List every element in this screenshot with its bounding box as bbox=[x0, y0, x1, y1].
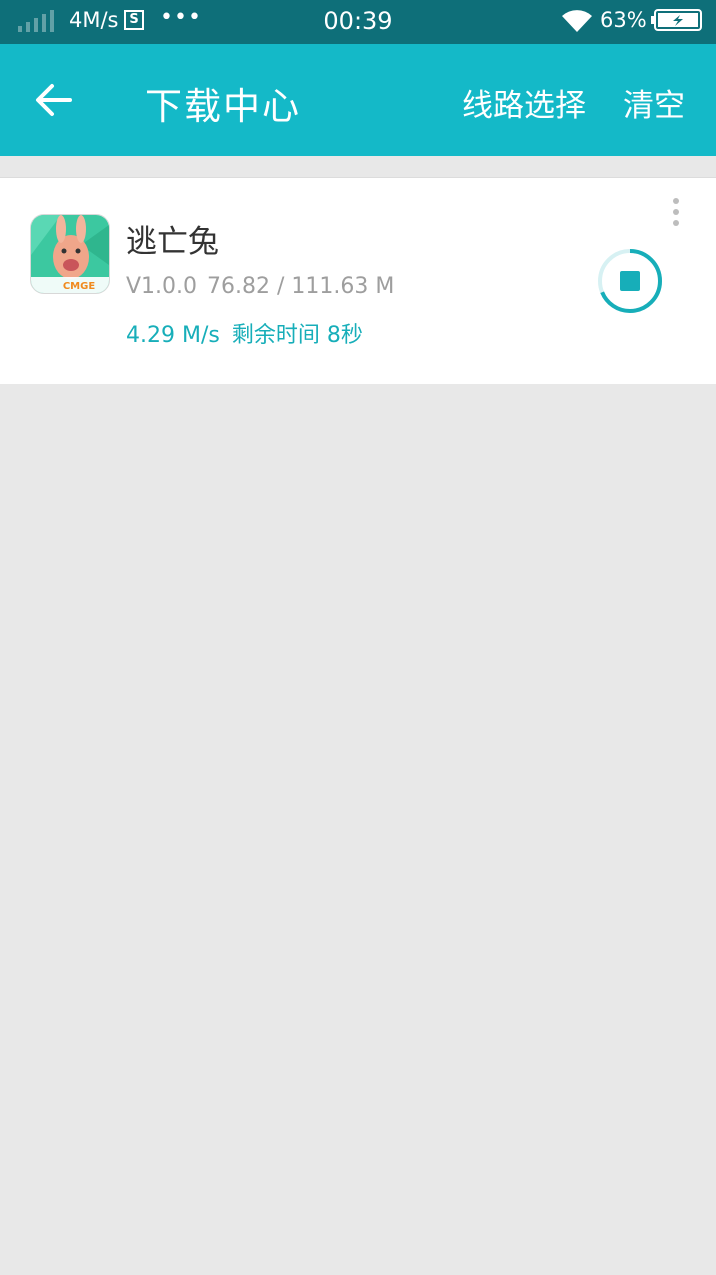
arrow-left-icon[interactable] bbox=[30, 80, 76, 120]
route-select-button[interactable]: 线路选择 bbox=[462, 80, 586, 125]
download-size: 76.82 / 111.63 M bbox=[207, 274, 395, 299]
page-title: 下载中心 bbox=[145, 85, 301, 128]
title-bar: 下载中心 线路选择 清空 bbox=[0, 44, 716, 156]
download-item[interactable]: CMGE 逃亡兔 V1.0.0 76.82 / 111.63 M 4.29 M/s… bbox=[0, 177, 716, 384]
app-icon: CMGE bbox=[30, 214, 110, 294]
app-icon-brand: CMGE bbox=[63, 281, 95, 292]
download-status: 4.29 M/s 剩余时间 8秒 bbox=[126, 317, 363, 349]
app-name: 逃亡兔 bbox=[126, 224, 219, 260]
more-vertical-icon[interactable] bbox=[664, 196, 688, 228]
wifi-icon bbox=[562, 10, 592, 32]
remaining-time: 剩余时间 8秒 bbox=[231, 323, 363, 348]
status-bar: 4M/s S ••• 00:39 63% bbox=[0, 0, 716, 44]
clear-button[interactable]: 清空 bbox=[623, 80, 685, 125]
app-version: V1.0.0 bbox=[126, 274, 198, 299]
battery-charging-icon bbox=[651, 9, 702, 31]
battery-percent: 63% bbox=[600, 8, 647, 32]
stop-download-button[interactable] bbox=[596, 247, 664, 315]
app-meta: V1.0.0 76.82 / 111.63 M bbox=[126, 274, 394, 299]
download-speed: 4.29 M/s bbox=[126, 323, 220, 348]
stop-icon bbox=[620, 271, 640, 291]
